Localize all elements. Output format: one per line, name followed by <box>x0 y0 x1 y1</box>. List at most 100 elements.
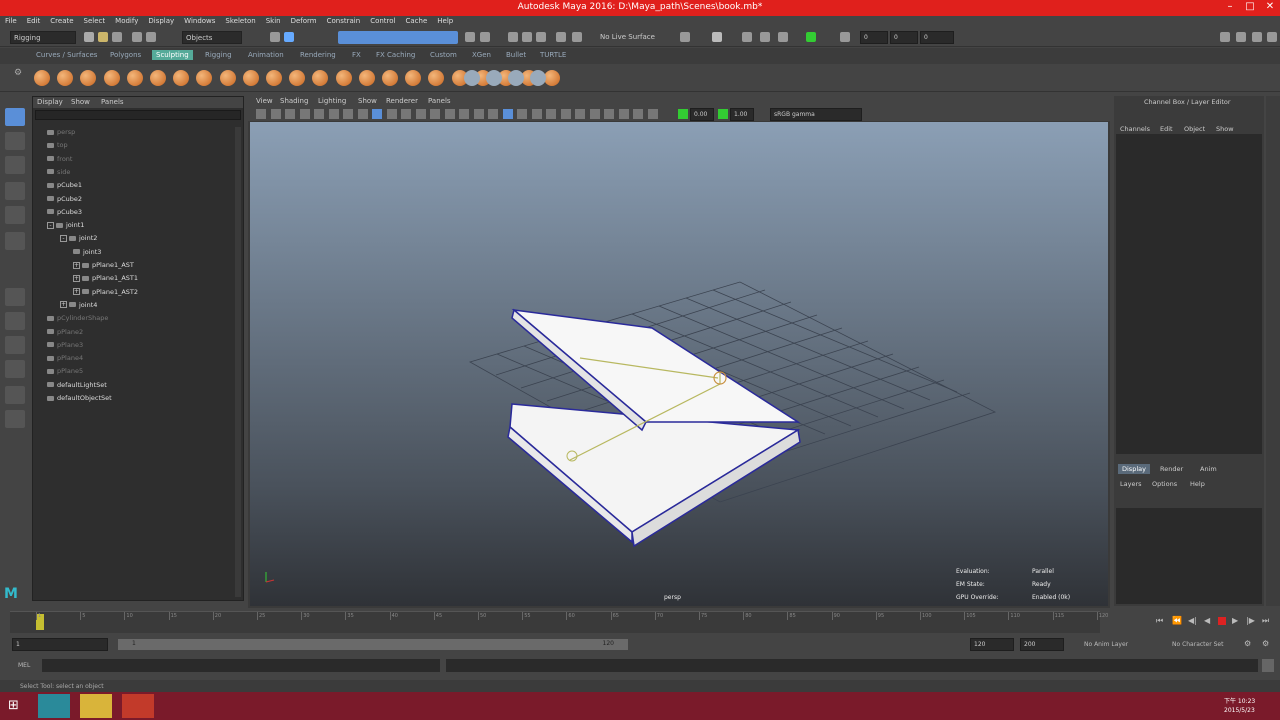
viewport-toolbar-icon[interactable] <box>517 109 527 119</box>
channel-box-toggle-icon[interactable] <box>1267 32 1277 42</box>
sculpt-brush-icon[interactable] <box>312 70 329 86</box>
viewport-toolbar-icon[interactable] <box>256 109 266 119</box>
sculpt-brush-icon[interactable] <box>150 70 166 86</box>
collapse-icon[interactable]: - <box>60 234 67 242</box>
character-set-dropdown[interactable]: No Character Set <box>1172 641 1223 648</box>
snap-surface-icon[interactable] <box>536 32 546 42</box>
outliner-item[interactable]: - joint1 <box>47 221 84 229</box>
outliner-item[interactable]: + pPlane1_AST2 <box>73 288 138 296</box>
viewport-toolbar-icon[interactable] <box>473 109 484 119</box>
layout-expand-icon[interactable] <box>5 410 25 428</box>
menu-file[interactable]: File <box>0 16 22 28</box>
explorer-taskbar-icon[interactable] <box>80 694 112 718</box>
snap-point-icon[interactable] <box>522 32 532 42</box>
sculpt-brush-icon[interactable] <box>358 70 375 86</box>
persp-graph-layout-icon[interactable] <box>5 360 25 378</box>
expand-icon[interactable]: + <box>73 288 80 296</box>
menu-control[interactable]: Control <box>365 16 400 28</box>
object-menu[interactable]: Object <box>1184 125 1205 133</box>
render-view-icon[interactable] <box>712 32 722 42</box>
viewport-toolbar-icon[interactable] <box>560 109 571 119</box>
viewport-toolbar-icon[interactable] <box>502 109 513 119</box>
menu-windows[interactable]: Windows <box>179 16 220 28</box>
play-back-icon[interactable]: ◀ <box>1204 616 1210 625</box>
range-bar[interactable]: 1 120 <box>118 639 628 650</box>
powerpoint-taskbar-icon[interactable] <box>122 694 154 718</box>
live-surface-label[interactable]: No Live Surface <box>600 33 655 41</box>
outliner-item[interactable]: joint3 <box>73 248 101 256</box>
open-scene-icon[interactable] <box>98 32 108 42</box>
hypershade-icon[interactable] <box>806 32 816 42</box>
sculpt-brush-icon[interactable] <box>242 70 259 86</box>
outliner-menu-show[interactable]: Show <box>71 98 90 106</box>
sculpt-option-icon[interactable] <box>464 70 480 86</box>
viewport-toolbar-icon[interactable] <box>444 109 455 119</box>
auto-key-icon[interactable]: ⚙ <box>1244 639 1251 648</box>
viewport-toolbar-icon[interactable] <box>575 109 585 119</box>
viewport-toolbar-icon[interactable] <box>618 109 629 119</box>
tool-settings-icon[interactable] <box>1252 32 1262 42</box>
outliner-item[interactable]: side <box>47 168 70 176</box>
paint-select-tool-icon[interactable] <box>5 156 25 174</box>
viewport-toolbar-icon[interactable] <box>386 109 397 119</box>
modeling-toolkit-icon[interactable] <box>1220 32 1230 42</box>
render-settings-icon[interactable] <box>778 32 788 42</box>
menu-deform[interactable]: Deform <box>286 16 322 28</box>
viewport-menu-panels[interactable]: Panels <box>428 97 451 105</box>
sculpt-option-icon[interactable] <box>486 70 502 86</box>
tab-render[interactable]: Render <box>1160 465 1183 473</box>
outliner-item[interactable]: + pPlane1_AST <box>73 261 134 269</box>
sculpt-brush-icon[interactable] <box>80 70 97 86</box>
menu-select[interactable]: Select <box>79 16 111 28</box>
collapse-icon[interactable]: - <box>47 221 54 229</box>
max-time-field[interactable]: 200 <box>1020 638 1064 651</box>
shelf-tab-polygons[interactable]: Polygons <box>110 51 141 59</box>
viewport-toolbar-icon[interactable] <box>328 109 339 119</box>
rotate-tool-icon[interactable] <box>5 206 25 224</box>
prev-key-icon[interactable]: ◀| <box>1188 616 1197 625</box>
snap-grid-icon[interactable] <box>480 32 490 42</box>
sculpt-option-icon[interactable] <box>530 70 546 86</box>
viewport-toolbar-icon[interactable] <box>401 109 411 119</box>
outliner-item[interactable]: pPlane2 <box>47 328 83 336</box>
menu-edit[interactable]: Edit <box>22 16 46 28</box>
layers-menu[interactable]: Layers <box>1120 480 1142 488</box>
tab-anim[interactable]: Anim <box>1200 465 1217 473</box>
persp-hypershade-layout-icon[interactable] <box>5 386 25 404</box>
redo-icon[interactable] <box>146 32 156 42</box>
show-menu[interactable]: Show <box>1216 125 1234 133</box>
ipr-render-icon[interactable] <box>760 32 770 42</box>
tab-display[interactable]: Display <box>1118 464 1150 474</box>
magnet-icon[interactable] <box>572 32 582 42</box>
close-button[interactable]: ✕ <box>1260 1 1280 14</box>
viewport-toolbar-icon[interactable] <box>488 109 498 119</box>
outliner-item[interactable]: top <box>47 141 68 149</box>
outliner-menu-panels[interactable]: Panels <box>101 98 124 106</box>
menuset-dropdown[interactable]: Rigging <box>10 31 76 44</box>
y-field[interactable]: 0 <box>890 31 918 44</box>
anim-layer-dropdown[interactable]: No Anim Layer <box>1084 641 1128 648</box>
outliner-item[interactable]: pCylinderShape <box>47 314 108 322</box>
viewport-toolbar-icon[interactable] <box>314 109 324 119</box>
sculpt-brush-icon[interactable] <box>289 70 306 86</box>
exposure-icon[interactable] <box>678 109 688 119</box>
outliner-item[interactable]: front <box>47 155 72 163</box>
sculpt-brush-icon[interactable] <box>544 70 561 86</box>
outliner-item[interactable]: pPlane3 <box>47 341 83 349</box>
menu-skeleton[interactable]: Skeleton <box>220 16 260 28</box>
viewport-toolbar-icon[interactable] <box>589 109 600 119</box>
render-frame-icon[interactable] <box>742 32 752 42</box>
construction-history-icon[interactable] <box>680 32 690 42</box>
four-view-layout-icon[interactable] <box>5 312 25 330</box>
z-field[interactable]: 0 <box>920 31 954 44</box>
end-time-field[interactable]: 120 <box>970 638 1014 651</box>
sculpt-brush-icon[interactable] <box>335 70 352 86</box>
menu-create[interactable]: Create <box>45 16 78 28</box>
object-mode-icon[interactable] <box>284 32 294 42</box>
viewport-menu-show[interactable]: Show <box>358 97 377 105</box>
selection-mode-dropdown[interactable]: Objects <box>182 31 242 44</box>
menu-modify[interactable]: Modify <box>110 16 143 28</box>
shelf-tab-bullet[interactable]: Bullet <box>506 51 526 59</box>
viewport-toolbar-icon[interactable] <box>430 109 440 119</box>
shelf-tab-sculpting[interactable]: Sculpting <box>152 50 193 60</box>
